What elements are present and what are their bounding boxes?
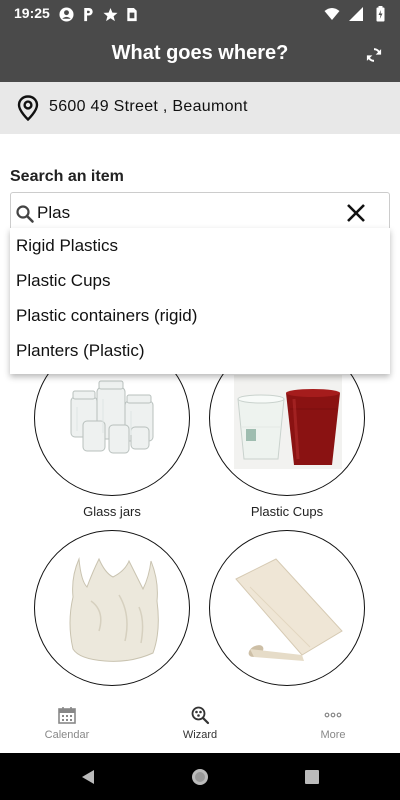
recents-icon[interactable]: [302, 767, 322, 787]
suggestion-item[interactable]: Planters (Plastic): [10, 333, 390, 368]
wizard-search-icon: [191, 706, 210, 725]
item-card-plastic-bag[interactable]: [34, 530, 190, 686]
nav-item-wizard[interactable]: Wizard: [150, 705, 250, 741]
item-grid: Glass jars Plastic Cups: [0, 0, 400, 800]
search-input[interactable]: [37, 201, 337, 225]
search-suggestions: Rigid Plastics Plastic Cups Plastic cont…: [10, 228, 390, 374]
search-field[interactable]: [10, 192, 390, 232]
clear-search-icon[interactable]: [345, 202, 367, 224]
item-label: Glass jars: [83, 504, 141, 519]
nav-item-more[interactable]: More: [283, 705, 383, 741]
bottom-nav: Calendar Wizard More: [0, 695, 400, 753]
more-dots-icon: [324, 712, 342, 718]
search-icon: [16, 205, 34, 223]
nav-label-calendar: Calendar: [44, 729, 90, 741]
suggestion-item[interactable]: Plastic Cups: [10, 263, 390, 298]
back-icon[interactable]: [78, 767, 98, 787]
search-label: Search an item: [10, 168, 124, 185]
item-image-plastic-bag: [34, 530, 190, 686]
nav-label-wizard: Wizard: [182, 729, 218, 741]
nav-item-calendar[interactable]: Calendar: [17, 705, 117, 741]
suggestion-item[interactable]: Rigid Plastics: [10, 228, 390, 263]
suggestion-item[interactable]: Plastic containers (rigid): [10, 298, 390, 333]
item-card-paper-roll[interactable]: [209, 530, 365, 686]
item-label: Plastic Cups: [250, 504, 324, 519]
system-nav-bar: [0, 753, 400, 800]
nav-label-more: More: [320, 729, 346, 741]
home-icon[interactable]: [190, 767, 210, 787]
item-image-paper-roll: [209, 530, 365, 686]
calendar-icon: [58, 707, 76, 724]
